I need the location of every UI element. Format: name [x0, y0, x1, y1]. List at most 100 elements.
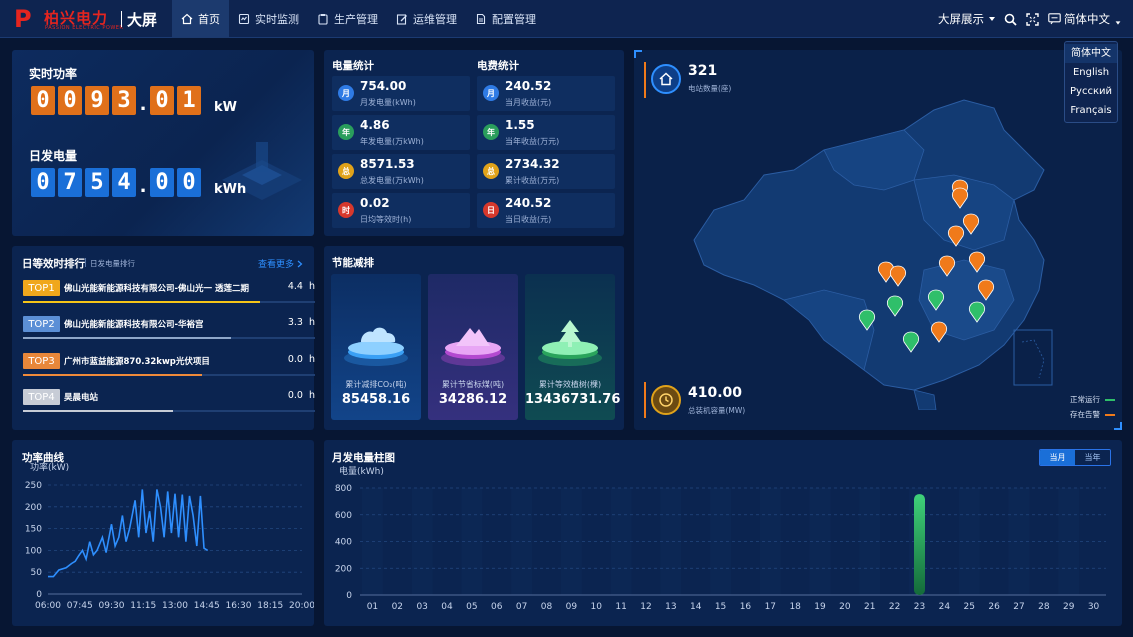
fullscreen-icon[interactable]: [1026, 12, 1039, 26]
monitor-icon: [238, 13, 250, 25]
x-tick-label: 13:00: [162, 601, 188, 611]
x-tick-label: 30: [1088, 602, 1100, 612]
logo-mark-icon: P: [14, 5, 32, 33]
ranking-panel: 日等效时排行 日发电量排行 查看更多 TOP1 佛山光能新能源科技有限公司-佛山…: [12, 246, 315, 430]
x-tick-label: 11: [615, 602, 626, 612]
nav-production[interactable]: 生产管理: [308, 0, 387, 38]
year-badge-icon: 年: [338, 124, 354, 140]
nav-config[interactable]: 配置管理: [466, 0, 545, 38]
ranking-row[interactable]: TOP2 佛山光能新能源科技有限公司-华裕宫 3.3 h: [23, 316, 315, 344]
tree-value: 13436731.76: [525, 392, 621, 407]
stat-total-generation: 总 8571.53 总发电量(万kWh): [332, 154, 470, 189]
stat-value: 240.52: [505, 79, 552, 93]
stat-label: 当年收益(万元): [505, 137, 560, 146]
logo-subtext: PASSION ELECTRIC POWER: [45, 25, 124, 31]
rank-value-unit: h: [308, 390, 315, 401]
co2-label: 累计减排CO₂(吨): [345, 380, 407, 389]
ranking-title: 日等效时排行: [22, 258, 85, 270]
rank-value: 0.0 h: [288, 390, 315, 401]
y-tick-label: 400: [335, 538, 352, 548]
coal-label: 累计节省标煤(吨): [441, 380, 505, 389]
x-tick-label: 18: [789, 602, 801, 612]
coal-value: 34286.12: [438, 392, 508, 407]
language-option-fr[interactable]: Français: [1065, 101, 1117, 120]
total-badge-icon: 总: [338, 163, 354, 179]
stat-label: 总发电量(万kWh): [360, 176, 424, 185]
nav-home-label: 首页: [198, 13, 220, 26]
nav-home[interactable]: 首页: [172, 0, 229, 38]
digit: 9: [85, 86, 109, 115]
company-logo[interactable]: P 柏兴电力 PASSION ELECTRIC POWER: [14, 6, 124, 32]
monthly-chart-panel: 月发电量柱图 当月 当年 电量(kWh) 0 200 400 600 800 01 02 0…: [324, 440, 1122, 626]
ranking-row[interactable]: TOP3 广州市蓝益能源870.32kwp光伏项目 0.0 h: [23, 353, 315, 381]
co2-value: 85458.16: [341, 392, 411, 407]
rank-progress-track: [23, 374, 315, 376]
legend-normal-label: 正常运行: [1070, 395, 1100, 404]
top-right-tools: 大屏展示 简体中文: [938, 0, 1121, 38]
nav-realtime-monitor-label: 实时监测: [255, 13, 299, 26]
total-capacity: 410.00: [688, 385, 743, 401]
stat-label: 日均等效时(h): [360, 215, 412, 224]
legend-normal: 正常运行: [1070, 394, 1115, 405]
accent-bar: [644, 382, 646, 418]
view-more-link[interactable]: 查看更多: [258, 257, 303, 270]
x-tick-label: 19: [814, 602, 826, 612]
x-axis-ticks: 06:00 07:45 09:30 11:15 13:00 14:45 16:30 18:15…: [35, 601, 314, 611]
realtime-power-unit: kW: [214, 100, 237, 115]
nav-realtime-monitor[interactable]: 实时监测: [229, 0, 308, 38]
brand-divider: [121, 11, 122, 27]
y-tick-label: 250: [25, 481, 42, 491]
rank-tag: TOP1: [23, 280, 60, 296]
station-name: 广州市蓝益能源870.32kwp光伏项目: [64, 357, 210, 367]
monthly-bar-chart[interactable]: 电量(kWh) 0 200 400 600 800 01 02 03 04 05 06 07 08 09…: [324, 440, 1122, 626]
station-name: 昊晨电站: [64, 393, 99, 403]
stat-equivalent-hours: 时 0.02 日均等效时(h): [332, 193, 470, 228]
nav-operations[interactable]: 运维管理: [387, 0, 466, 38]
stat-daily-revenue: 日 240.52 当日收益(元): [477, 193, 615, 228]
decimal-point: .: [139, 176, 147, 197]
y-tick-label: 0: [36, 590, 42, 600]
ranking-row[interactable]: TOP4 昊晨电站 0.0 h: [23, 389, 315, 417]
tree-label: 累计等效植树(棵): [538, 380, 602, 389]
y-tick-label: 600: [335, 511, 352, 521]
x-tick-label: 20:00: [289, 601, 314, 611]
power-series-line: [48, 489, 209, 578]
stat-value: 240.52: [505, 196, 552, 210]
power-curve-chart[interactable]: 功率(kW) 0 50 100 150 200 250 06:00 07:45 09:30 11…: [12, 440, 314, 626]
daily-generation-label: 日发电量: [29, 149, 78, 163]
rank-progress-fill: [23, 410, 173, 412]
bar: [914, 494, 925, 595]
language-option-zh[interactable]: 简体中文: [1065, 44, 1117, 63]
rank-value-unit: h: [308, 317, 315, 328]
ranking-row[interactable]: TOP1 佛山光能新能源科技有限公司-佛山光一 透莲二期 4.4 h: [23, 280, 315, 308]
x-axis-ticks: 01 02 03 04 05 06 07 08 09 10 11 12 13 14 15 16 17 18 19 20…: [367, 602, 1100, 612]
cloud-icon: [344, 327, 408, 366]
language-switcher[interactable]: 简体中文: [1048, 11, 1121, 27]
ranking-tab-generation[interactable]: 日发电量排行: [90, 258, 135, 269]
x-tick-label: 21: [864, 602, 875, 612]
rank-progress-fill: [23, 337, 231, 339]
digit: 0: [150, 168, 174, 197]
page-title: 大屏: [127, 11, 158, 29]
rank-value-number: 4.4: [287, 281, 303, 292]
rank-value: 0.0 h: [288, 354, 315, 365]
display-mode-dropdown[interactable]: 大屏展示: [938, 11, 995, 27]
language-option-en[interactable]: English: [1065, 63, 1117, 82]
x-tick-label: 03: [416, 602, 427, 612]
nav-operations-label: 运维管理: [413, 13, 457, 26]
rank-progress-fill: [23, 301, 260, 303]
tree-planting-card: 累计等效植树(棵) 13436731.76: [525, 274, 621, 420]
language-option-ru[interactable]: Русский: [1065, 82, 1117, 101]
rank-value-unit: h: [308, 354, 315, 365]
map-marker-normal: [859, 289, 985, 353]
search-icon[interactable]: [1004, 13, 1017, 26]
main-nav: 首页 实时监测 生产管理 运维管理 配置管理: [172, 0, 545, 38]
y-tick-label: 200: [335, 564, 352, 574]
x-tick-label: 28: [1038, 602, 1050, 612]
energy-saving-title: 节能减排: [332, 257, 374, 269]
x-tick-label: 10: [591, 602, 603, 612]
stat-monthly-revenue: 月 240.52 当月收益(元): [477, 76, 615, 111]
chevron-right-icon: [297, 260, 303, 267]
total-badge-icon: 总: [483, 163, 499, 179]
rank-progress-track: [23, 410, 315, 412]
